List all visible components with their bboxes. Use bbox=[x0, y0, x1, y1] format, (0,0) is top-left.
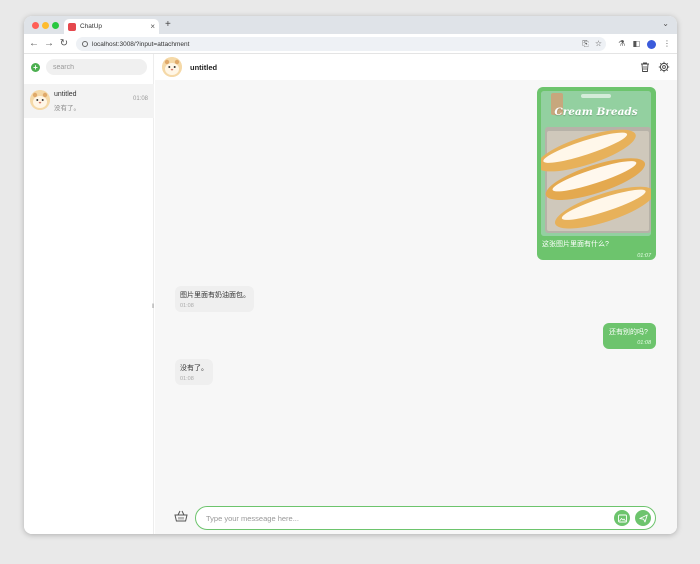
bookmark-star-icon[interactable]: ☆ bbox=[595, 38, 602, 50]
tab-strip: ChatUp × + ⌄ bbox=[24, 16, 677, 34]
trash-icon[interactable] bbox=[639, 61, 651, 73]
hamster-avatar-icon bbox=[30, 90, 50, 110]
chat-header: untitled bbox=[155, 54, 677, 80]
conversation-preview: 没有了。 bbox=[54, 105, 80, 112]
browser-menu-icon[interactable]: ⋮ bbox=[663, 38, 671, 50]
minimize-window-button[interactable] bbox=[42, 22, 49, 29]
new-tab-button[interactable]: + bbox=[165, 18, 171, 32]
message-assistant: 没有了。 01:08 bbox=[175, 359, 213, 385]
maximize-window-button[interactable] bbox=[52, 22, 59, 29]
message-user-image: Cream Breads 这张图片里面有什么? 01:07 bbox=[537, 87, 656, 260]
message-text: 这张图片里面有什么? bbox=[542, 241, 609, 248]
favicon-icon bbox=[68, 22, 76, 31]
close-window-button[interactable] bbox=[32, 22, 39, 29]
image-upload-button[interactable] bbox=[614, 510, 630, 526]
message-time: 01:08 bbox=[180, 376, 194, 382]
browser-window: ChatUp × + ⌄ ← → ↻ localhost:3008/?input… bbox=[24, 16, 677, 534]
send-icon bbox=[638, 514, 648, 522]
message-user: 还有别的吗? 01:08 bbox=[603, 323, 656, 349]
basket-icon[interactable] bbox=[174, 510, 188, 522]
message-text: 没有了。 bbox=[180, 365, 208, 372]
chat-main: untitled Cream Breads 这张图片里面有什么? 01:07 图… bbox=[155, 54, 677, 534]
forward-button[interactable]: → bbox=[43, 37, 55, 51]
sidebar: + untitled 没有了。 01:08 bbox=[24, 54, 154, 534]
gear-icon[interactable] bbox=[658, 61, 670, 73]
tab-title: ChatUp bbox=[80, 23, 103, 30]
conversation-item[interactable]: untitled 没有了。 01:08 bbox=[24, 84, 154, 118]
send-button[interactable] bbox=[635, 510, 651, 526]
image-icon bbox=[617, 514, 627, 522]
site-info-icon[interactable] bbox=[82, 41, 88, 47]
attachment-image[interactable]: Cream Breads bbox=[541, 91, 651, 236]
message-input-box bbox=[195, 506, 656, 530]
profile-avatar-icon[interactable] bbox=[647, 39, 656, 49]
hamster-avatar-icon bbox=[162, 57, 182, 77]
chat-title: untitled bbox=[190, 63, 218, 72]
side-panel-icon[interactable]: ◧ bbox=[632, 38, 640, 50]
tab-search-chevron-icon[interactable]: ⌄ bbox=[662, 19, 669, 28]
tab-close-icon[interactable]: × bbox=[150, 22, 155, 31]
message-time: 01:07 bbox=[637, 253, 651, 259]
extensions-icon[interactable]: ⚗ bbox=[618, 38, 625, 50]
add-icon[interactable]: + bbox=[31, 63, 40, 72]
message-time: 01:08 bbox=[180, 303, 194, 309]
reload-button[interactable]: ↻ bbox=[58, 37, 70, 51]
message-text: 图片里面有奶油面包。 bbox=[180, 292, 250, 299]
address-bar[interactable]: localhost:3008/?input=attachment ⎘ ☆ bbox=[76, 37, 606, 51]
conversation-time: 01:08 bbox=[132, 96, 148, 102]
url-text[interactable]: localhost:3008/?input=attachment bbox=[92, 41, 189, 48]
browser-toolbar: ← → ↻ localhost:3008/?input=attachment ⎘… bbox=[24, 34, 677, 54]
message-text: 还有别的吗? bbox=[609, 329, 648, 336]
message-input[interactable] bbox=[206, 512, 606, 524]
app-content: + untitled 没有了。 01:08 bbox=[24, 54, 677, 534]
message-assistant: 图片里面有奶油面包。 01:08 bbox=[175, 286, 254, 312]
image-caption-text: Cream Breads bbox=[554, 106, 638, 118]
back-button[interactable]: ← bbox=[28, 37, 40, 51]
conversation-title: untitled bbox=[54, 91, 77, 98]
message-time: 01:08 bbox=[637, 340, 651, 346]
translate-icon[interactable]: ⎘ bbox=[582, 38, 588, 50]
search-input[interactable] bbox=[46, 59, 147, 75]
tab-chatup[interactable]: ChatUp × bbox=[64, 19, 159, 34]
